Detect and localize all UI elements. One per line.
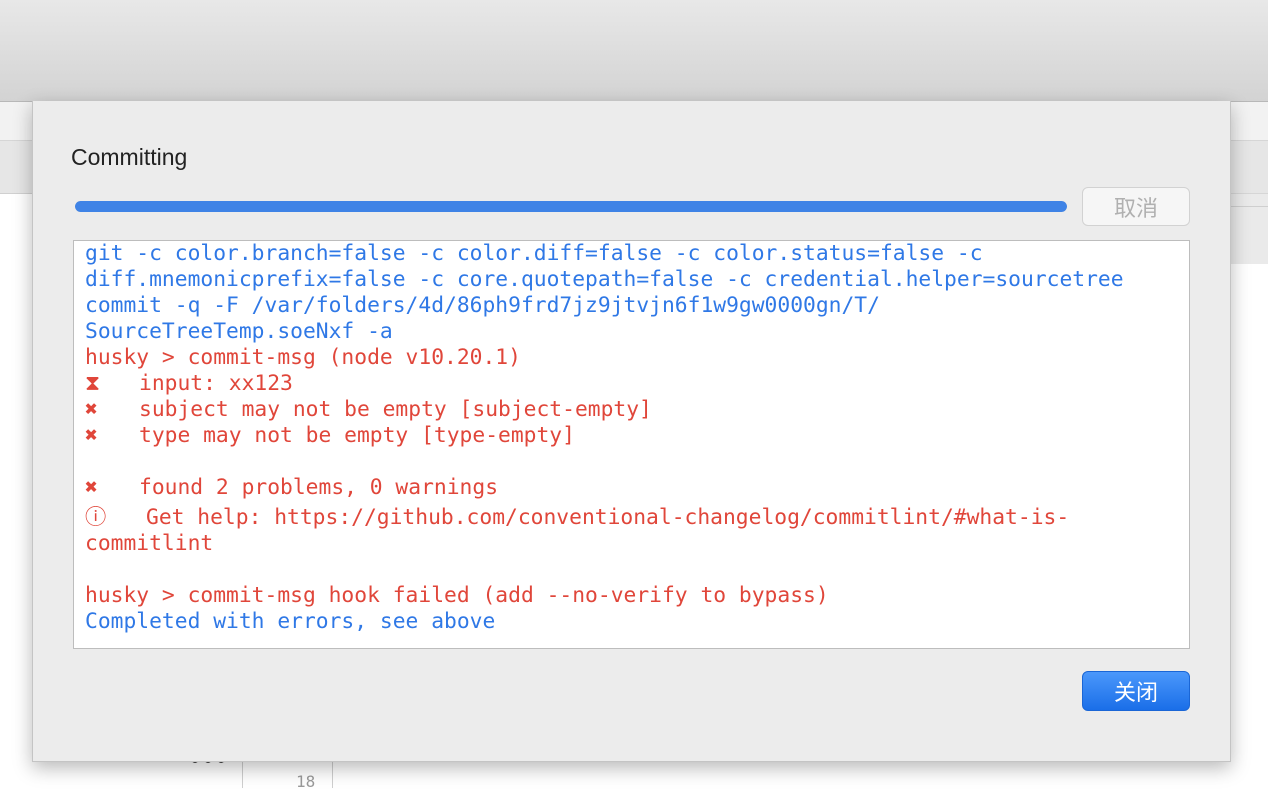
progress-fill <box>75 201 1067 212</box>
log-line: Completed with errors, see above <box>85 609 496 634</box>
commit-dialog: Committing 取消 git -c color.branch=false … <box>32 101 1231 762</box>
log-text: type may not be empty [type-empty] <box>139 423 575 448</box>
pane-divider <box>332 762 333 788</box>
progress-bar <box>75 201 1067 212</box>
log-line: ⓘ Get help: https://github.com/convention… <box>85 505 1179 531</box>
hourglass-icon: ⧗ <box>85 371 100 396</box>
log-line: ✖ found 2 problems, 0 warnings <box>85 475 1179 501</box>
log-line: SourceTreeTemp.soeNxf -a <box>85 319 393 344</box>
log-line: husky > commit-msg hook failed (add --no… <box>85 583 829 608</box>
close-button[interactable]: 关闭 <box>1082 671 1190 711</box>
log-text: Get help: https://github.com/conventiona… <box>146 505 1070 530</box>
error-icon: ✖ <box>85 475 98 500</box>
log-line: commitlint <box>85 531 214 556</box>
log-line: ✖ subject may not be empty [subject-empty… <box>85 397 1179 423</box>
dialog-title: Committing <box>71 144 188 170</box>
error-icon: ✖ <box>85 423 98 448</box>
log-line: ✖ type may not be empty [type-empty] <box>85 423 1179 449</box>
line-number: 18 <box>296 772 316 791</box>
log-text: input: xx123 <box>139 371 293 396</box>
log-line: git -c color.branch=false -c color.diff=… <box>85 241 983 266</box>
log-line: commit -q -F /var/folders/4d/86ph9frd7jz… <box>85 293 880 318</box>
log-line: husky > commit-msg (node v10.20.1) <box>85 345 521 370</box>
cancel-button[interactable]: 取消 <box>1082 187 1190 226</box>
log-text: subject may not be empty [subject-empty] <box>139 397 652 422</box>
app-toolbar <box>0 0 1268 102</box>
info-icon: ⓘ <box>85 505 107 530</box>
output-log[interactable]: git -c color.branch=false -c color.diff=… <box>73 240 1190 649</box>
error-icon: ✖ <box>85 397 98 422</box>
log-line: ⧗ input: xx123 <box>85 371 1179 397</box>
log-line: diff.mnemonicprefix=false -c core.quotep… <box>85 267 1124 292</box>
pane-divider <box>242 762 243 788</box>
log-text: found 2 problems, 0 warnings <box>139 475 499 500</box>
